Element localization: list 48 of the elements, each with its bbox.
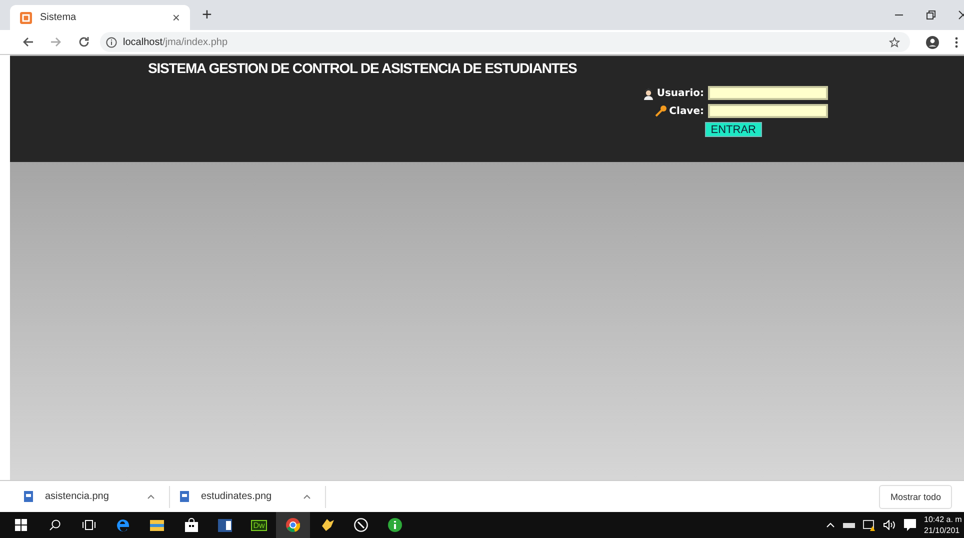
- caret-icon[interactable]: [147, 494, 155, 499]
- user-icon: [642, 86, 655, 100]
- address-field[interactable]: localhost/jma/index.php: [100, 32, 910, 52]
- download-name[interactable]: asistencia.png: [45, 491, 129, 502]
- windows-icon: [15, 519, 27, 531]
- notification-icon[interactable]: [904, 519, 916, 531]
- taskbar-button[interactable]: Dw: [242, 512, 276, 538]
- clock-time: 10:42 a. m: [924, 514, 963, 525]
- input-field[interactable]: [708, 86, 828, 100]
- clock-date: 21/10/201: [924, 525, 961, 536]
- chevron-up-icon[interactable]: [826, 522, 835, 528]
- page-title: SISTEMA GESTION DE CONTROL DE ASISTENCIA DE ESTUDIANTES: [148, 60, 577, 78]
- reload-icon[interactable]: [78, 36, 90, 48]
- app-icon: [20, 12, 32, 24]
- shopping-bag-icon: [184, 518, 198, 532]
- taskbar-button[interactable]: [276, 512, 310, 538]
- browser-tab[interactable]: Sistema ×: [10, 5, 190, 30]
- new-tab-button[interactable]: +: [202, 5, 212, 25]
- volume-icon[interactable]: [883, 520, 896, 530]
- info-icon: [106, 36, 117, 48]
- browser-icon: [286, 518, 300, 532]
- file-icon: [24, 491, 33, 502]
- tab-title: Sistema: [40, 12, 78, 23]
- caret-icon[interactable]: [303, 494, 311, 499]
- download-name[interactable]: estudinates.png: [201, 491, 285, 502]
- back-icon[interactable]: [22, 36, 34, 48]
- info-icon: [388, 518, 402, 532]
- pen-icon: [354, 518, 368, 532]
- show-all-button[interactable]: Mostrar todo: [879, 484, 952, 508]
- file-icon: [180, 491, 189, 502]
- profile-icon[interactable]: [926, 36, 939, 48]
- task-view-icon: [82, 519, 96, 531]
- restore-icon[interactable]: [926, 10, 936, 20]
- field-label: Clave:: [669, 106, 704, 116]
- close-tab-button[interactable]: ×: [172, 10, 180, 25]
- edge-icon: [116, 518, 130, 532]
- star-icon[interactable]: [889, 36, 900, 48]
- submit-button[interactable]: ENTRAR: [704, 122, 762, 137]
- menu-icon[interactable]: [955, 36, 958, 48]
- dw-icon: Dw: [251, 520, 267, 530]
- key-icon: [655, 105, 668, 117]
- search-icon: [49, 519, 61, 531]
- input-field[interactable]: [708, 104, 828, 118]
- close-icon[interactable]: [958, 10, 964, 20]
- network-icon[interactable]: [843, 520, 855, 530]
- folder-icon: [150, 519, 164, 531]
- field-label: Usuario:: [656, 88, 704, 98]
- document-icon: [218, 518, 232, 532]
